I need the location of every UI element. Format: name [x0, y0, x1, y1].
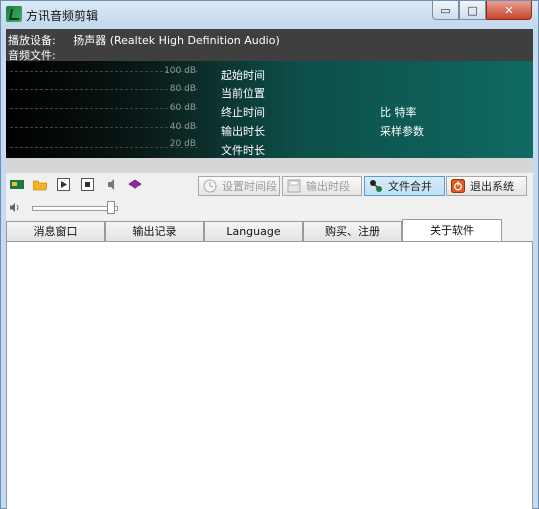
minimize-button[interactable]: ▭: [432, 1, 459, 20]
tab-content-panel: [6, 242, 533, 509]
close-button[interactable]: ✕: [486, 1, 532, 20]
tab-language[interactable]: Language: [204, 221, 303, 242]
merge-files-button[interactable]: 文件合并: [364, 176, 445, 196]
set-time-range-button[interactable]: 设置时间段: [198, 176, 280, 196]
end-time-label: 终止时间: [221, 106, 265, 119]
book-icon[interactable]: [128, 178, 142, 191]
set-time-range-label: 设置时间段: [222, 180, 277, 193]
clock-icon: [203, 179, 217, 193]
output-duration-label: 输出时长: [221, 125, 265, 138]
power-icon: [451, 179, 465, 193]
device-label: 播放设备:: [8, 34, 56, 47]
device-info-panel: 播放设备: 扬声器 (Realtek High Definition Audio…: [6, 29, 533, 62]
folder-icon[interactable]: [33, 178, 47, 191]
db-label: 80 dB: [169, 84, 196, 94]
tab-bar: 消息窗口 输出记录 Language 购买、注册 关于软件: [6, 219, 533, 243]
app-logo-icon: [6, 6, 22, 22]
window-controls: ▭ □ ✕: [432, 1, 532, 21]
file-duration-label: 文件时长: [221, 144, 265, 157]
progress-band[interactable]: [6, 158, 533, 173]
save-icon: [287, 179, 301, 193]
window-title: 方讯音频剪辑: [26, 9, 99, 23]
volume-slider-track[interactable]: [32, 206, 118, 211]
exit-system-button[interactable]: 退出系统: [446, 176, 527, 196]
maximize-button[interactable]: □: [459, 1, 486, 20]
card-icon[interactable]: [10, 178, 24, 191]
play-icon[interactable]: [57, 178, 71, 191]
device-value: 扬声器 (Realtek High Definition Audio): [73, 34, 280, 47]
speaker-small-icon[interactable]: [106, 178, 120, 191]
start-time-label: 起始时间: [221, 69, 265, 82]
bitrate-label: 比 特率: [380, 106, 417, 119]
db-label: 60 dB: [169, 103, 196, 113]
output-segment-label: 输出时段: [306, 180, 350, 193]
volume-icon: [10, 203, 19, 212]
tab-message-window[interactable]: 消息窗口: [6, 221, 105, 242]
title-bar[interactable]: 方讯音频剪辑 ▭ □ ✕: [1, 1, 538, 27]
volume-slider-thumb[interactable]: [107, 201, 116, 214]
tab-purchase-register[interactable]: 购买、注册: [303, 221, 402, 242]
tab-about[interactable]: 关于软件: [402, 219, 502, 241]
level-meter-panel: 100 dB 80 dB 60 dB 40 dB 20 dB 起始时间 当前位置…: [6, 61, 533, 158]
db-label: 20 dB: [169, 139, 196, 149]
merge-files-label: 文件合并: [388, 180, 432, 193]
db-label: 100 dB: [164, 66, 196, 76]
sample-params-label: 采样参数: [380, 125, 424, 138]
current-position-label: 当前位置: [221, 87, 265, 100]
stop-icon[interactable]: [81, 178, 95, 191]
exit-system-label: 退出系统: [470, 180, 514, 193]
merge-icon: [370, 180, 382, 192]
db-label: 40 dB: [169, 122, 196, 132]
output-segment-button[interactable]: 输出时段: [282, 176, 362, 196]
tab-output-log[interactable]: 输出记录: [105, 221, 204, 242]
